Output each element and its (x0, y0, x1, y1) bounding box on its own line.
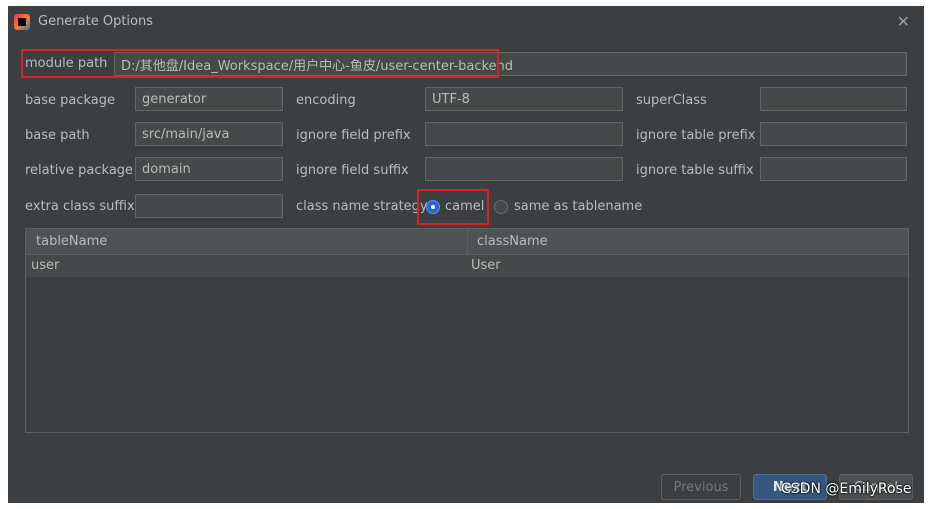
same-as-tablename-radio[interactable] (494, 200, 508, 214)
relative-package-label: relative package (25, 163, 134, 178)
camel-radio[interactable] (426, 200, 440, 214)
ignore-field-suffix-input[interactable] (425, 157, 623, 181)
relative-package-input[interactable] (135, 157, 283, 181)
ignore-table-prefix-label: ignore table prefix (636, 128, 756, 143)
extra-class-suffix-label: extra class suffix (25, 199, 135, 214)
class-name-strategy-label: class name strategy (296, 199, 428, 214)
generate-options-dialog: Generate Options ✕ module path base pack… (8, 6, 924, 503)
intellij-idea-icon (14, 14, 30, 30)
cell-classname[interactable]: User (471, 258, 501, 273)
ignore-field-suffix-label: ignore field suffix (296, 163, 409, 178)
encoding-input[interactable] (425, 87, 623, 111)
table-row[interactable]: user User (26, 255, 908, 277)
ignore-field-prefix-label: ignore field prefix (296, 128, 411, 143)
base-package-input[interactable] (135, 87, 283, 111)
ignore-field-prefix-input[interactable] (425, 122, 623, 146)
base-package-label: base package (25, 93, 116, 108)
super-class-input[interactable] (760, 87, 907, 111)
column-header-classname[interactable]: className (477, 234, 548, 249)
module-path-label: module path (25, 56, 108, 71)
close-icon[interactable]: ✕ (897, 12, 910, 31)
csdn-watermark: CSDN @EmilyRose (781, 481, 912, 497)
table-header: tableName className (26, 229, 908, 255)
cell-tablename[interactable]: user (31, 258, 59, 273)
previous-button[interactable]: Previous (661, 474, 741, 500)
camel-radio-label[interactable]: camel (445, 199, 484, 214)
base-path-input[interactable] (135, 122, 283, 146)
title-bar: Generate Options ✕ (8, 6, 924, 38)
ignore-table-suffix-input[interactable] (760, 157, 907, 181)
super-class-label: superClass (636, 93, 707, 108)
column-divider[interactable] (467, 229, 468, 254)
table-mapping-grid: tableName className user User (25, 228, 909, 433)
extra-class-suffix-input[interactable] (135, 194, 283, 218)
dialog-title: Generate Options (38, 14, 154, 29)
same-as-tablename-radio-label[interactable]: same as tablename (514, 199, 642, 214)
encoding-label: encoding (296, 93, 356, 108)
column-header-tablename[interactable]: tableName (36, 234, 107, 249)
ignore-table-suffix-label: ignore table suffix (636, 163, 754, 178)
module-path-input[interactable] (114, 52, 907, 76)
base-path-label: base path (25, 128, 90, 143)
ignore-table-prefix-input[interactable] (760, 122, 907, 146)
